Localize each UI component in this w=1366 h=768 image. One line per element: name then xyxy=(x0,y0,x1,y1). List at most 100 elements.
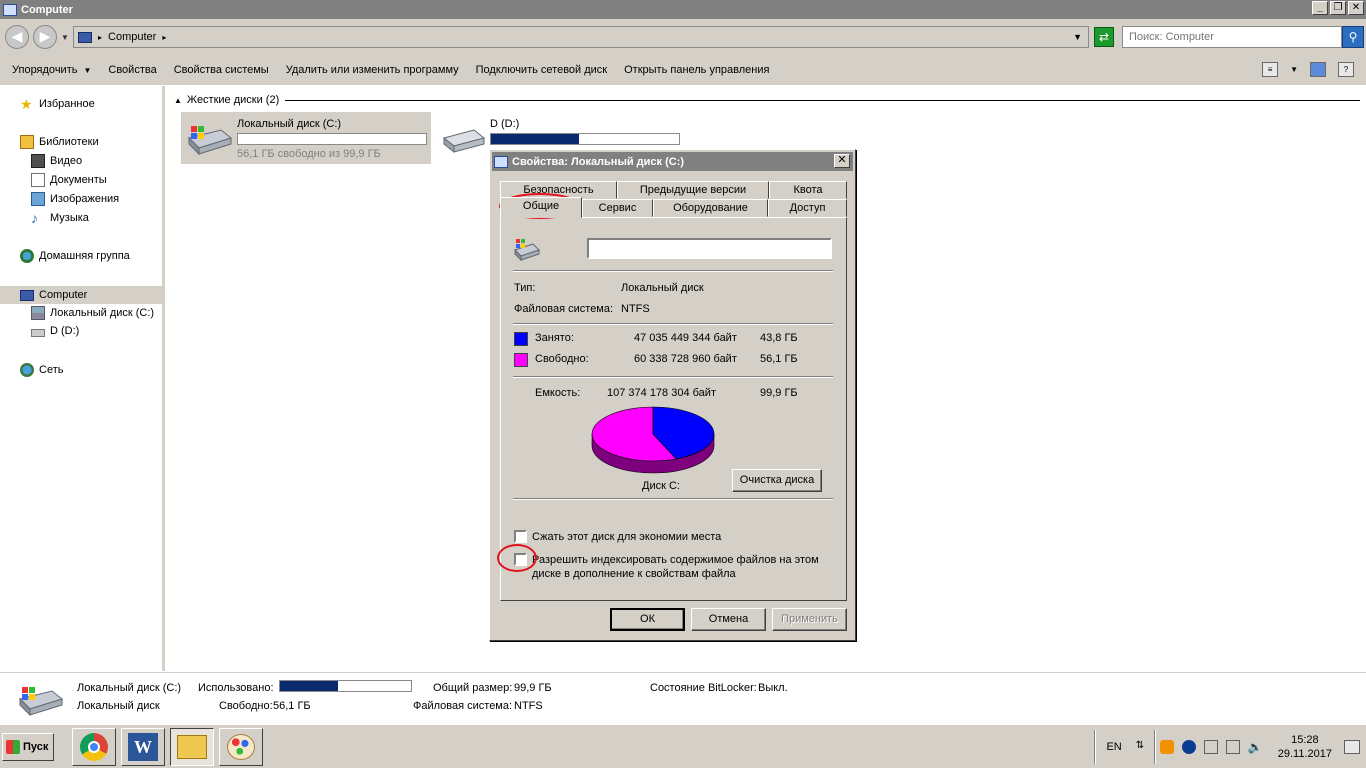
system-tray: EN ⇅ 🔈 15:28 29.11.2017 xyxy=(1094,725,1366,768)
tab-quota[interactable]: Квота xyxy=(769,181,847,199)
map-network-drive-button[interactable]: Подключить сетевой диск xyxy=(476,64,607,76)
taskbar-paint[interactable] xyxy=(219,728,263,766)
windows-flag-icon xyxy=(6,740,20,754)
nav-music[interactable]: ♪ Музыка xyxy=(31,211,89,225)
tray-app-icon[interactable] xyxy=(1159,740,1174,754)
nav-documents[interactable]: Документы xyxy=(31,173,107,187)
chevron-right-icon[interactable]: ▸ xyxy=(98,33,102,42)
apply-button[interactable]: Применить xyxy=(772,608,847,631)
tab-previous-versions[interactable]: Предыдущие версии xyxy=(617,181,769,199)
drive-d-name: D (D:) xyxy=(490,118,520,130)
drive-d-usage-fill xyxy=(491,134,580,144)
dialog-titlebar[interactable]: Свойства: Локальный диск (C:) ✕ xyxy=(492,152,853,171)
nav-homegroup[interactable]: Домашняя группа xyxy=(20,249,130,263)
tab-hardware[interactable]: Оборудование xyxy=(653,199,768,217)
free-gb: 56,1 ГБ xyxy=(760,353,798,365)
details-type: Локальный диск xyxy=(77,700,160,712)
nav-computer-label: Computer xyxy=(39,289,88,301)
volume-label-input[interactable] xyxy=(587,238,832,259)
drive-c-tile[interactable]: Локальный диск (C:) 56,1 ГБ свободно из … xyxy=(181,112,431,164)
divider xyxy=(513,270,833,272)
preview-pane-icon[interactable] xyxy=(1310,62,1326,77)
collapse-triangle-icon[interactable]: ▲ xyxy=(174,96,182,105)
hard-drive-icon xyxy=(188,126,233,156)
navigation-pane: ★ Избранное Библиотеки Видео Документы И… xyxy=(0,86,165,671)
show-desktop-button[interactable] xyxy=(1344,740,1360,754)
nav-music-label: Музыка xyxy=(50,212,89,224)
organize-button[interactable]: Упорядочить ▼ xyxy=(12,64,91,76)
dialog-title: Свойства: Локальный диск (C:) xyxy=(512,155,685,168)
cancel-button[interactable]: Отмена xyxy=(691,608,766,631)
ok-button[interactable]: ОК xyxy=(610,608,685,631)
uninstall-program-button[interactable]: Удалить или изменить программу xyxy=(286,64,459,76)
close-button[interactable]: ✕ xyxy=(1348,1,1364,15)
back-button[interactable]: ◀ xyxy=(5,25,29,49)
clock[interactable]: 15:28 29.11.2017 xyxy=(1266,733,1344,761)
tab-general[interactable]: Общие xyxy=(500,197,582,218)
search-input[interactable] xyxy=(1122,26,1342,48)
chrome-icon xyxy=(80,733,108,761)
taskbar-word[interactable]: W xyxy=(121,728,165,766)
nav-favorites[interactable]: ★ Избранное xyxy=(20,97,95,111)
nav-network[interactable]: Сеть xyxy=(20,363,63,377)
properties-button[interactable]: Свойства xyxy=(108,64,156,76)
minimize-button[interactable]: _ xyxy=(1312,1,1328,15)
details-bitlocker-value: Выкл. xyxy=(758,682,788,694)
refresh-button[interactable]: ⇄ xyxy=(1094,27,1114,47)
maximize-button[interactable]: ❐ xyxy=(1330,1,1346,15)
disk-cleanup-button[interactable]: Очистка диска xyxy=(732,469,822,492)
library-icon xyxy=(20,135,34,149)
disk-label: Диск C: xyxy=(642,480,680,492)
taskbar-explorer[interactable] xyxy=(170,728,214,766)
forward-button[interactable]: ▶ xyxy=(33,25,57,49)
tab-sharing[interactable]: Доступ xyxy=(768,199,847,217)
index-checkbox[interactable] xyxy=(514,553,527,566)
compress-label: Сжать этот диск для экономии места xyxy=(532,531,722,543)
details-used-label: Использовано: xyxy=(198,682,274,694)
view-dropdown-icon[interactable]: ▼ xyxy=(1290,65,1298,74)
nav-images[interactable]: Изображения xyxy=(31,192,119,206)
language-options-icon[interactable]: ⇅ xyxy=(1136,740,1150,754)
clock-time: 15:28 xyxy=(1291,734,1319,746)
nav-drive-d[interactable]: D (D:) xyxy=(31,325,79,337)
dialog-close-button[interactable]: ✕ xyxy=(834,154,850,168)
details-free-value: 56,1 ГБ xyxy=(273,700,311,712)
tray-separator xyxy=(1153,730,1156,764)
group-divider xyxy=(285,99,1360,101)
taskbar-chrome[interactable] xyxy=(72,728,116,766)
filesystem-value: NTFS xyxy=(621,303,650,315)
details-free-label: Свободно: xyxy=(219,700,273,712)
nav-computer[interactable]: Computer xyxy=(0,286,162,304)
computer-icon xyxy=(3,3,17,16)
start-button[interactable]: Пуск xyxy=(2,733,54,761)
view-options-icon[interactable]: ≡ xyxy=(1262,62,1279,77)
volume-icon[interactable]: 🔈 xyxy=(1248,740,1263,754)
nav-video[interactable]: Видео xyxy=(31,154,82,168)
group-header[interactable]: ▲ Жесткие диски (2) xyxy=(174,94,1360,106)
bluetooth-icon[interactable] xyxy=(1181,740,1196,754)
recent-pages-chevron-icon[interactable]: ▼ xyxy=(61,33,69,42)
open-control-panel-button[interactable]: Открыть панель управления xyxy=(624,64,769,76)
command-bar: Упорядочить ▼ Свойства Свойства системы У… xyxy=(0,55,1366,85)
network-tray-icon[interactable] xyxy=(1225,740,1240,754)
device-icon[interactable] xyxy=(1203,740,1218,754)
compress-checkbox[interactable] xyxy=(514,530,527,543)
drive-c-name: Локальный диск (C:) xyxy=(237,118,342,130)
nav-drive-c[interactable]: Локальный диск (C:) xyxy=(31,306,154,320)
hard-drive-icon xyxy=(31,306,45,320)
details-usage-fill xyxy=(280,681,338,691)
help-icon[interactable]: ? xyxy=(1338,62,1354,77)
system-properties-button[interactable]: Свойства системы xyxy=(174,64,269,76)
free-label: Свободно: xyxy=(535,353,589,365)
window-titlebar[interactable]: Computer _ ❐ ✕ xyxy=(0,0,1366,19)
nav-libraries[interactable]: Библиотеки xyxy=(20,135,99,149)
address-field[interactable]: ▸ Computer ▸ ▼ xyxy=(73,26,1089,48)
search-icon[interactable]: ⚲ xyxy=(1342,26,1364,48)
chevron-right-icon[interactable]: ▸ xyxy=(162,33,166,42)
tab-tools[interactable]: Сервис xyxy=(582,199,653,217)
address-dropdown-icon[interactable]: ▼ xyxy=(1073,32,1082,42)
video-icon xyxy=(31,154,45,168)
breadcrumb-computer[interactable]: Computer xyxy=(108,31,156,43)
language-indicator[interactable]: EN xyxy=(1096,741,1131,753)
documents-icon xyxy=(31,173,45,187)
